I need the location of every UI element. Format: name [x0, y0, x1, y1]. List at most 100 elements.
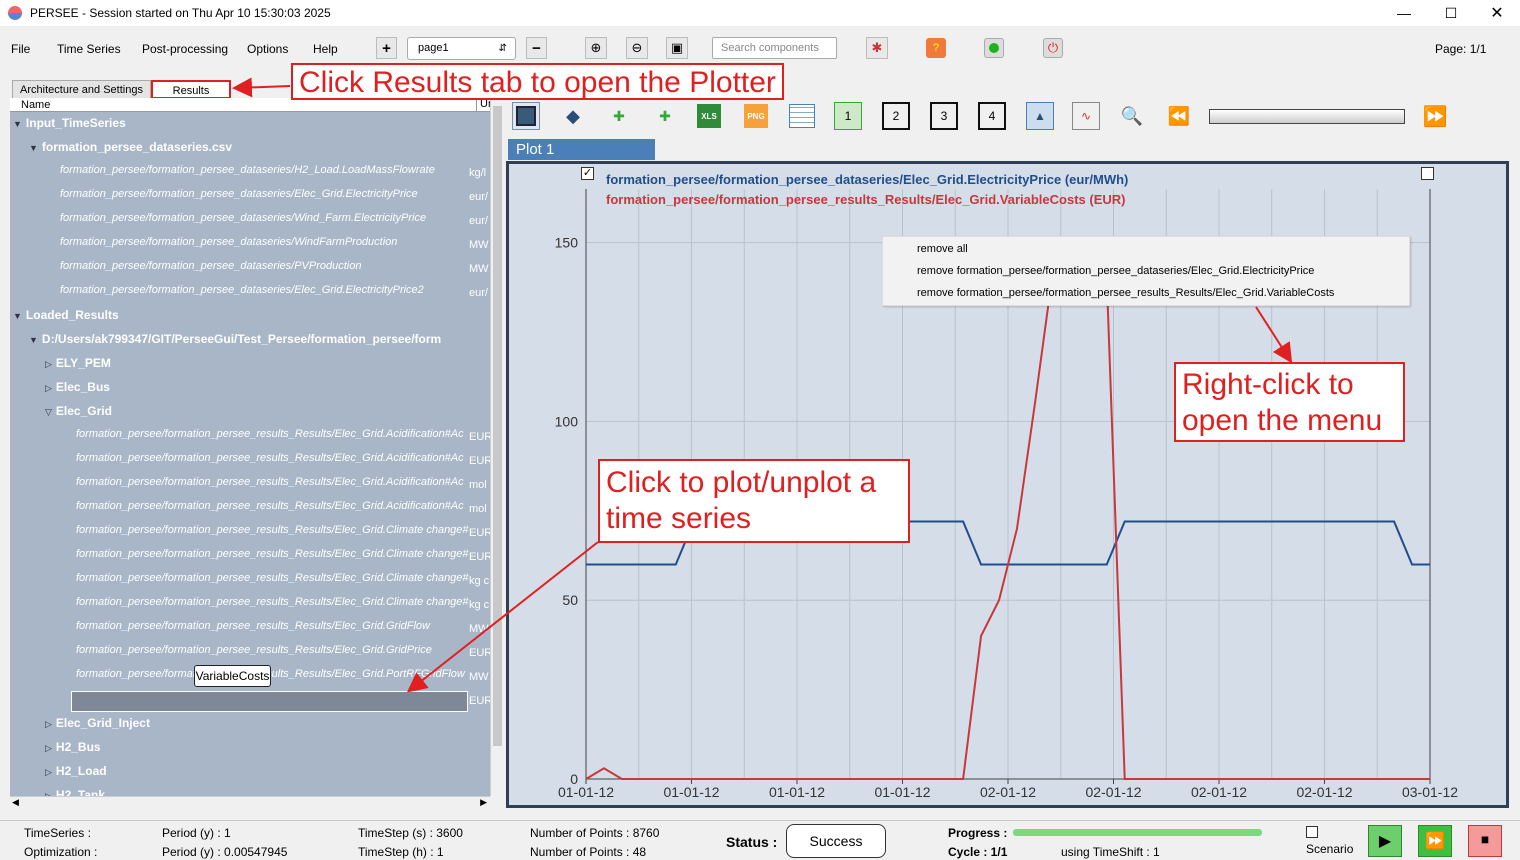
export-png-icon[interactable]: PNG	[744, 104, 768, 128]
col-name[interactable]: Name	[21, 99, 50, 111]
page-select[interactable]: page1 ⇵	[407, 37, 516, 60]
tree-component[interactable]: ▷ H2_Bus	[45, 740, 101, 754]
fast-forward-button[interactable]: ⏩	[1418, 825, 1452, 857]
tab-architecture[interactable]: Architecture and Settings	[12, 80, 151, 99]
tree-input-root[interactable]: ▼ Input_TimeSeries	[13, 116, 126, 130]
tree-result-item[interactable]: formation_persee/formation_persee_result…	[76, 452, 464, 464]
selected-row[interactable]	[71, 691, 468, 712]
tree-component[interactable]: ▷ ELY_PEM	[45, 356, 111, 370]
tree-result-item[interactable]: formation_persee/formation_persee_result…	[76, 644, 432, 656]
menu-time-series[interactable]: Time Series	[57, 42, 121, 56]
tree-input-item[interactable]: formation_persee/formation_persee_datase…	[60, 236, 397, 248]
remove-page-button[interactable]: −	[526, 37, 547, 59]
tree-vscroll[interactable]	[490, 98, 504, 796]
export-xls-icon[interactable]: XLS	[697, 104, 721, 128]
tree-component[interactable]: ▷ Elec_Bus	[45, 380, 110, 394]
tree-input-item[interactable]: formation_persee/formation_persee_datase…	[60, 164, 435, 176]
scenario-checkbox[interactable]	[1306, 826, 1318, 838]
run-status-icon[interactable]	[984, 38, 1004, 58]
minimize-button[interactable]: —	[1381, 0, 1427, 26]
plot-checkbox[interactable]	[1421, 167, 1434, 180]
tree-input-file[interactable]: ▼ formation_persee_dataseries.csv	[29, 140, 232, 154]
table-icon[interactable]	[789, 104, 815, 128]
scroll-left-icon[interactable]: ◀	[12, 797, 19, 808]
add-page-button[interactable]: +	[376, 37, 397, 59]
zoom-in-icon[interactable]: ⊕	[585, 37, 607, 59]
tree-result-item[interactable]: formation_persee/formation_persee_result…	[76, 548, 469, 560]
tree-node-label: formation_persee/formation_persee_result…	[76, 548, 469, 560]
layout-1-button[interactable]: 1	[834, 102, 862, 130]
layout-4-button[interactable]: 4	[978, 102, 1006, 130]
add-curve-icon[interactable]: ✚	[651, 102, 679, 130]
tree-input-item[interactable]: formation_persee/formation_persee_datase…	[60, 212, 426, 224]
curve-tool-icon[interactable]: ∿	[1072, 102, 1100, 130]
tree-node-label: formation_persee_dataseries.csv	[41, 140, 233, 154]
tree-input-item[interactable]: formation_persee/formation_persee_datase…	[60, 188, 418, 200]
eraser-icon[interactable]: ◆	[559, 102, 587, 130]
tree-component[interactable]: ▷ H2_Load	[45, 764, 107, 778]
legend-checkbox[interactable]: ✓	[581, 167, 594, 180]
expander-icon[interactable]: ▼	[29, 143, 38, 153]
stop-button[interactable]: ⏹	[1468, 825, 1502, 857]
tree-results-path[interactable]: ▼ D:/Users/ak799347/GIT/PerseeGui/Test_Pe…	[29, 332, 441, 346]
tree-result-item[interactable]: formation_persee/formation_persee_result…	[76, 476, 464, 488]
tree-input-item[interactable]: formation_persee/formation_persee_datase…	[60, 260, 361, 272]
status-points-1: Number of Points : 8760	[530, 826, 660, 840]
tree-result-item[interactable]: formation_persee/formation_persee_result…	[76, 620, 430, 632]
help-icon[interactable]: ?	[926, 38, 946, 58]
zoom-tool-icon[interactable]: 🔍	[1118, 102, 1146, 130]
expander-icon[interactable]: ▷	[45, 359, 52, 369]
vscroll-thumb[interactable]	[493, 106, 502, 746]
histogram-icon[interactable]: ▲	[1026, 102, 1054, 130]
tree-result-item[interactable]: formation_persee/formation_persee_result…	[76, 596, 469, 608]
search-input[interactable]: Search components	[712, 37, 837, 59]
expander-icon[interactable]: ▷	[45, 743, 52, 753]
tree-result-item[interactable]: formation_persee/formation_persee_result…	[76, 428, 464, 440]
menu-remove-all[interactable]: remove all	[917, 243, 968, 255]
plot-tab[interactable]: Plot 1	[508, 139, 655, 160]
tree-input-item[interactable]: formation_persee/formation_persee_datase…	[60, 284, 424, 296]
status-timestep-h: TimeStep (h) : 1	[358, 845, 444, 859]
expander-icon[interactable]: ▼	[29, 335, 38, 345]
legend-series-1[interactable]: formation_persee/formation_persee_datase…	[606, 172, 1128, 187]
maximize-button[interactable]: ☐	[1428, 0, 1474, 26]
scroll-right-icon[interactable]: ▶	[480, 797, 487, 808]
tree-unit: kg/l	[469, 167, 487, 179]
menu-post-processing[interactable]: Post-processing	[142, 42, 228, 56]
rewind-icon[interactable]: ⏪	[1165, 102, 1193, 130]
play-button[interactable]: ▶	[1368, 825, 1402, 857]
layout-2-button[interactable]: 2	[882, 102, 910, 130]
close-window-button[interactable]: ✕	[1474, 0, 1520, 26]
layout-3-button[interactable]: 3	[930, 102, 958, 130]
tree-hscroll[interactable]: ◀ ▶	[10, 796, 490, 810]
menu-options[interactable]: Options	[247, 42, 288, 56]
tree-node-label: formation_persee/formation_persee_result…	[76, 428, 464, 440]
menu-file[interactable]: File	[11, 42, 30, 56]
tree-result-item[interactable]: formation_persee/formation_persee_result…	[76, 572, 469, 584]
expander-icon[interactable]: ▼	[13, 311, 22, 321]
expander-icon[interactable]: ▷	[45, 383, 52, 393]
tree-results-root[interactable]: ▼ Loaded_Results	[13, 308, 119, 322]
tree-unit: mol	[469, 479, 487, 491]
expander-icon[interactable]: ▷	[45, 719, 52, 729]
bug-icon[interactable]: ✱	[866, 37, 888, 59]
zoom-out-icon[interactable]: ⊖	[626, 37, 648, 59]
save-icon[interactable]	[512, 102, 540, 130]
tree-component-elec-grid[interactable]: ▽ Elec_Grid	[45, 404, 112, 418]
tab-results[interactable]: Results	[151, 80, 231, 99]
tree-result-item[interactable]: formation_persee/formation_persee_result…	[76, 500, 464, 512]
time-slider[interactable]	[1209, 109, 1405, 124]
menu-remove-series-2[interactable]: remove formation_persee/formation_persee…	[917, 287, 1334, 299]
power-icon[interactable]: ⏻	[1043, 38, 1063, 58]
zoom-fit-icon[interactable]: ▣	[666, 37, 688, 59]
tree-component[interactable]: ▷ Elec_Grid_Inject	[45, 716, 150, 730]
expander-icon[interactable]: ▷	[45, 767, 52, 777]
add-plot-icon[interactable]: ✚	[605, 102, 633, 130]
expander-icon[interactable]: ▼	[13, 119, 22, 129]
expander-icon[interactable]: ▽	[45, 407, 52, 417]
tree-result-item[interactable]: formation_persee/formation_persee_result…	[76, 524, 469, 536]
legend-series-2[interactable]: formation_persee/formation_persee_result…	[606, 192, 1125, 207]
fast-forward-icon[interactable]: ⏩	[1421, 102, 1449, 130]
menu-help[interactable]: Help	[313, 42, 338, 56]
menu-remove-series-1[interactable]: remove formation_persee/formation_persee…	[917, 265, 1314, 277]
